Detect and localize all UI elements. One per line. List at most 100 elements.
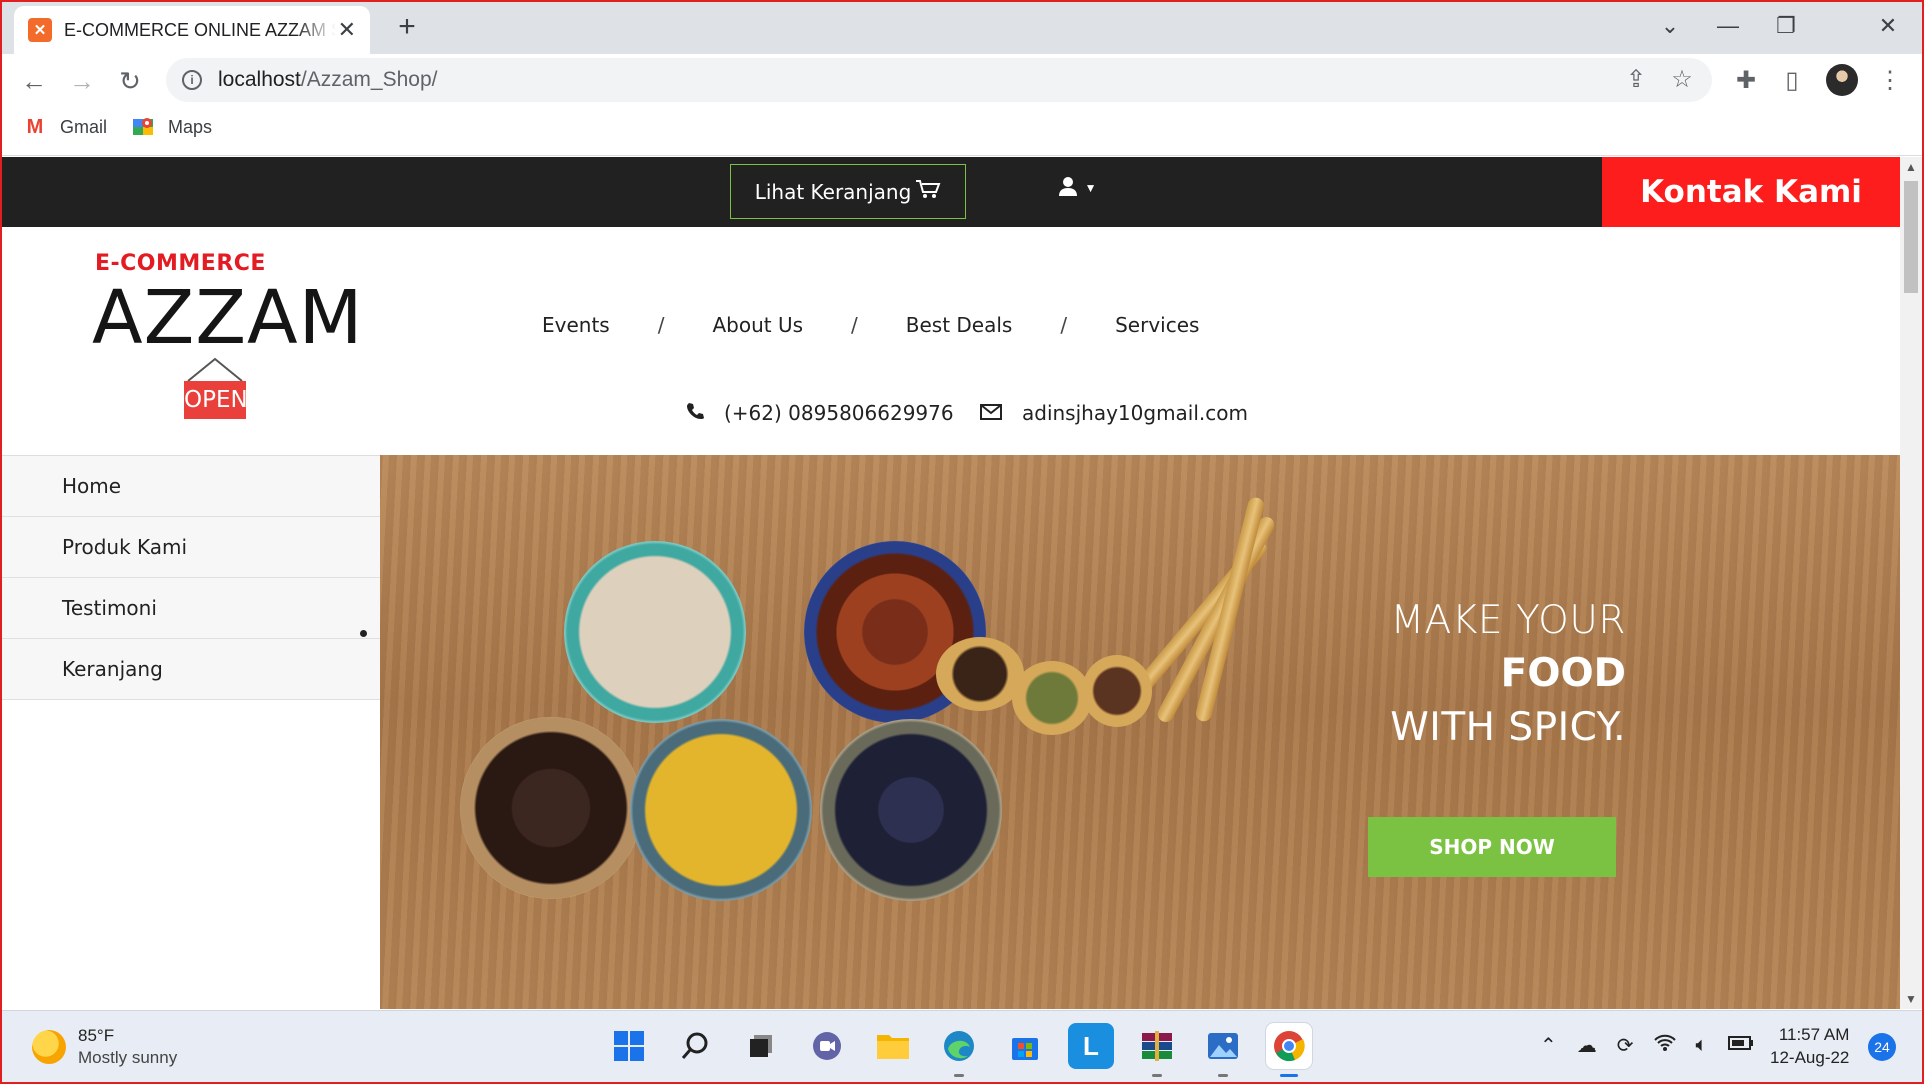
new-tab-icon[interactable]: + [390,10,424,44]
sidebar-bullet [360,630,367,637]
system-clock[interactable]: 11:57 AM 12-Aug-22 [1770,1023,1849,1069]
edge-icon[interactable] [936,1023,982,1077]
weather-widget[interactable]: 85°F Mostly sunny [32,1025,177,1069]
site-info-icon[interactable]: i [182,70,202,90]
spoon-herbs [1012,661,1092,735]
chrome-menu-icon[interactable]: ⋮ [1872,63,1908,99]
side-panel-icon[interactable]: ▯ [1774,63,1810,99]
teams-chat-icon[interactable] [804,1023,850,1069]
file-explorer-icon[interactable] [870,1023,916,1069]
microsoft-store-icon[interactable] [1002,1023,1048,1069]
bookmark-label: Gmail [60,116,108,137]
maps-icon [130,116,156,138]
address-bar[interactable]: i localhost/Azzam_Shop/ ⇪ ☆ [166,58,1712,102]
view-cart-button[interactable]: Lihat Keranjang [730,164,966,219]
search-icon[interactable] [672,1023,718,1069]
sidebar-item-testimoni[interactable]: Testimoni [2,578,380,639]
email-address[interactable]: adinsjhay10gmail.com [1022,401,1248,425]
sidebar-item-home[interactable]: Home [2,456,380,517]
notification-badge[interactable]: 24 [1868,1033,1896,1061]
nav-separator: / [851,313,858,337]
contact-us-button[interactable]: Kontak Kami [1602,157,1900,227]
shop-now-button[interactable]: SHOP NOW [1368,817,1616,877]
nav-about-us[interactable]: About Us [712,313,803,337]
url-text[interactable]: localhost/Azzam_Shop/ [218,68,437,92]
bookmark-label: Maps [168,116,213,137]
running-indicator [1218,1074,1228,1077]
user-dropdown[interactable]: ▼ [1058,175,1097,203]
spice-bowl-turmeric [630,719,812,901]
chrome-icon[interactable] [1266,1023,1312,1077]
sidebar-item-keranjang[interactable]: Keranjang [2,639,380,700]
lens-app-icon[interactable]: L [1068,1023,1114,1069]
volume-icon[interactable]: 🔈︎ [1696,1034,1708,1057]
nav-services[interactable]: Services [1115,313,1199,337]
photos-icon[interactable] [1200,1023,1246,1077]
email-contact: adinsjhay10gmail.com [980,401,1248,425]
caret-down-icon: ▼ [1084,181,1097,195]
weather-description: Mostly sunny [78,1048,178,1067]
reload-icon[interactable]: ↻ [112,63,148,99]
hero-headline: MAKE YOUR FOOD WITH SPICY. [1390,595,1626,755]
tray-overflow-icon[interactable]: ⌃ [1540,1033,1557,1058]
weather-sun-icon [32,1030,66,1064]
sidebar-menu: Home Produk Kami Testimoni Keranjang [2,455,380,700]
window-close-icon[interactable]: ✕ [1860,8,1916,44]
scroll-down-icon[interactable]: ▼ [1900,989,1922,1009]
tab-close-icon[interactable]: ✕ [338,17,356,43]
forward-icon[interactable]: → [64,63,100,99]
weather-temperature: 85°F [78,1026,115,1045]
running-indicator [954,1074,964,1077]
bookmark-star-icon[interactable]: ☆ [1666,64,1698,96]
spice-bowl-white [564,541,746,723]
sync-icon[interactable]: ⟳ [1617,1033,1634,1058]
user-icon [1058,175,1085,202]
view-cart-label: Lihat Keranjang [754,179,912,204]
winrar-icon[interactable] [1134,1023,1180,1077]
phone-icon [686,401,704,425]
scroll-up-icon[interactable]: ▲ [1900,157,1922,177]
web-page: Lihat Keranjang ▼ Kontak Kami E-COMMERCE… [2,157,1900,1009]
back-icon[interactable]: ← [16,63,52,99]
logo-tagline: E-COMMERCE [95,251,266,276]
hero-line-3: WITH SPICY. [1390,705,1626,750]
logo-name[interactable]: AZZAM [92,275,363,361]
nav-events[interactable]: Events [542,313,610,337]
nav-best-deals[interactable]: Best Deals [906,313,1013,337]
extensions-icon[interactable]: ✚ [1728,63,1764,99]
system-tray: ⌃ ☁ ⟳ 🔈︎ [1540,1033,1774,1058]
tab-strip: ✕ E-COMMERCE ONLINE AZZAM SHOP ✕ + ⌄ — ❐… [0,0,1924,54]
nav-separator: / [657,313,665,337]
sidebar-item-produk-kami[interactable]: Produk Kami [2,517,380,578]
phone-number: (+62) 0895806629976 [724,401,954,425]
taskbar-apps: L [606,1023,1332,1077]
browser-tab[interactable]: ✕ E-COMMERCE ONLINE AZZAM SHOP ✕ [14,6,370,54]
open-sign-logo: OPEN [184,357,248,419]
share-icon[interactable]: ⇪ [1620,64,1652,96]
hero-banner: MAKE YOUR FOOD WITH SPICY. SHOP NOW [380,455,1900,1009]
profile-avatar[interactable] [1826,64,1858,96]
tab-search-icon[interactable]: ⌄ [1642,8,1698,44]
page-scrollbar[interactable]: ▲ ▼ [1900,157,1922,1009]
clock-time: 11:57 AM [1778,1025,1850,1044]
bookmark-maps[interactable]: Maps [130,116,212,138]
spoon-allspice [1082,655,1152,727]
running-indicator [1280,1074,1298,1077]
wifi-icon[interactable] [1653,1034,1676,1058]
minimize-icon[interactable]: — [1700,8,1756,44]
phone-contact: (+62) 0895806629976 [686,401,954,425]
task-view-icon[interactable] [738,1023,784,1069]
browser-toolbar: ← → ↻ i localhost/Azzam_Shop/ ⇪ ☆ ✚ ▯ ⋮ [0,54,1924,106]
running-indicator [1152,1074,1162,1077]
clock-date: 12-Aug-22 [1770,1048,1850,1067]
open-sign-text: OPEN [184,381,248,419]
cart-icon [915,178,941,205]
scroll-thumb[interactable] [1904,181,1918,293]
start-icon[interactable] [606,1023,652,1069]
windows-taskbar: 85°F Mostly sunny L ⌃ ☁ ⟳ 🔈︎ 11:57 AM 12… [0,1010,1924,1084]
bookmark-gmail[interactable]: M Gmail [22,116,107,138]
battery-icon[interactable] [1727,1034,1754,1057]
restore-icon[interactable]: ❐ [1758,8,1814,44]
site-topbar: Lihat Keranjang ▼ Kontak Kami [2,157,1900,227]
onedrive-icon[interactable]: ☁ [1577,1033,1597,1058]
